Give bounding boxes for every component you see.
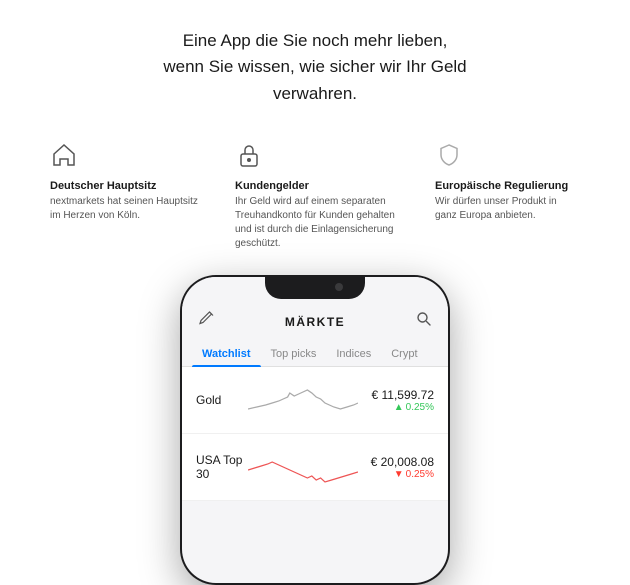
hero-line2: wenn Sie wissen, wie sicher wir Ihr Geld: [60, 54, 570, 80]
feature-regulierung-title: Europäische Regulierung: [435, 180, 568, 192]
stock-row-gold: Gold € 11,599.72 ▲ 0.25%: [182, 367, 448, 434]
app-content: Gold € 11,599.72 ▲ 0.25%: [182, 367, 448, 501]
phone-screen: MÄRKTE Watchlist Top picks Indices Crypt: [182, 277, 448, 583]
tab-indices[interactable]: Indices: [326, 340, 381, 366]
stock-chart-usa: [248, 448, 358, 486]
feature-hauptsitz: Deutscher Hauptsitz nextmarkets hat sein…: [50, 141, 205, 251]
phone-frame: MÄRKTE Watchlist Top picks Indices Crypt: [180, 275, 450, 585]
feature-kundengelder-desc: Ihr Geld wird auf einem separaten Treuha…: [235, 195, 405, 251]
tab-watchlist[interactable]: Watchlist: [192, 340, 261, 366]
feature-regulierung: Europäische Regulierung Wir dürfen unser…: [435, 141, 580, 251]
hero-line3: verwahren.: [60, 81, 570, 107]
feature-regulierung-desc: Wir dürfen unser Produkt in ganz Europa …: [435, 195, 580, 223]
feature-kundengelder: Kundengelder Ihr Geld wird auf einem sep…: [235, 141, 405, 251]
app-title: MÄRKTE: [285, 315, 345, 329]
app-tabs: Watchlist Top picks Indices Crypt: [182, 340, 448, 367]
phone-notch: [265, 275, 365, 299]
feature-kundengelder-title: Kundengelder: [235, 180, 309, 192]
hero-line1: Eine App die Sie noch mehr lieben,: [60, 28, 570, 54]
stock-name-usa: USA Top 30: [196, 453, 248, 481]
stock-chart-gold: [248, 381, 358, 419]
home-icon: [50, 141, 78, 174]
hero-section: Eine App die Sie noch mehr lieben, wenn …: [0, 0, 630, 127]
shield-icon: [435, 141, 463, 174]
notch-camera: [335, 283, 343, 291]
stock-values-usa: € 20,008.08 ▼ 0.25%: [358, 455, 434, 480]
up-arrow-icon: ▲: [394, 402, 404, 413]
edit-icon[interactable]: [198, 311, 214, 332]
feature-hauptsitz-desc: nextmarkets hat seinen Hauptsitz im Herz…: [50, 195, 205, 223]
stock-name-gold: Gold: [196, 393, 248, 407]
stock-price-usa: € 20,008.08: [358, 455, 434, 469]
tab-crypto[interactable]: Crypt: [381, 340, 427, 366]
stock-change-gold: ▲ 0.25%: [358, 402, 434, 413]
stock-price-gold: € 11,599.72: [358, 388, 434, 402]
stock-change-usa: ▼ 0.25%: [358, 469, 434, 480]
lock-icon: [235, 141, 263, 174]
tab-top-picks[interactable]: Top picks: [261, 340, 327, 366]
feature-hauptsitz-title: Deutscher Hauptsitz: [50, 180, 156, 192]
stock-row-usa: USA Top 30 € 20,008.08 ▼ 0.25%: [182, 434, 448, 501]
search-icon[interactable]: [416, 311, 432, 332]
stock-values-gold: € 11,599.72 ▲ 0.25%: [358, 388, 434, 413]
features-section: Deutscher Hauptsitz nextmarkets hat sein…: [0, 127, 630, 265]
down-arrow-icon: ▼: [394, 469, 404, 480]
phone-mockup: MÄRKTE Watchlist Top picks Indices Crypt: [0, 275, 630, 585]
